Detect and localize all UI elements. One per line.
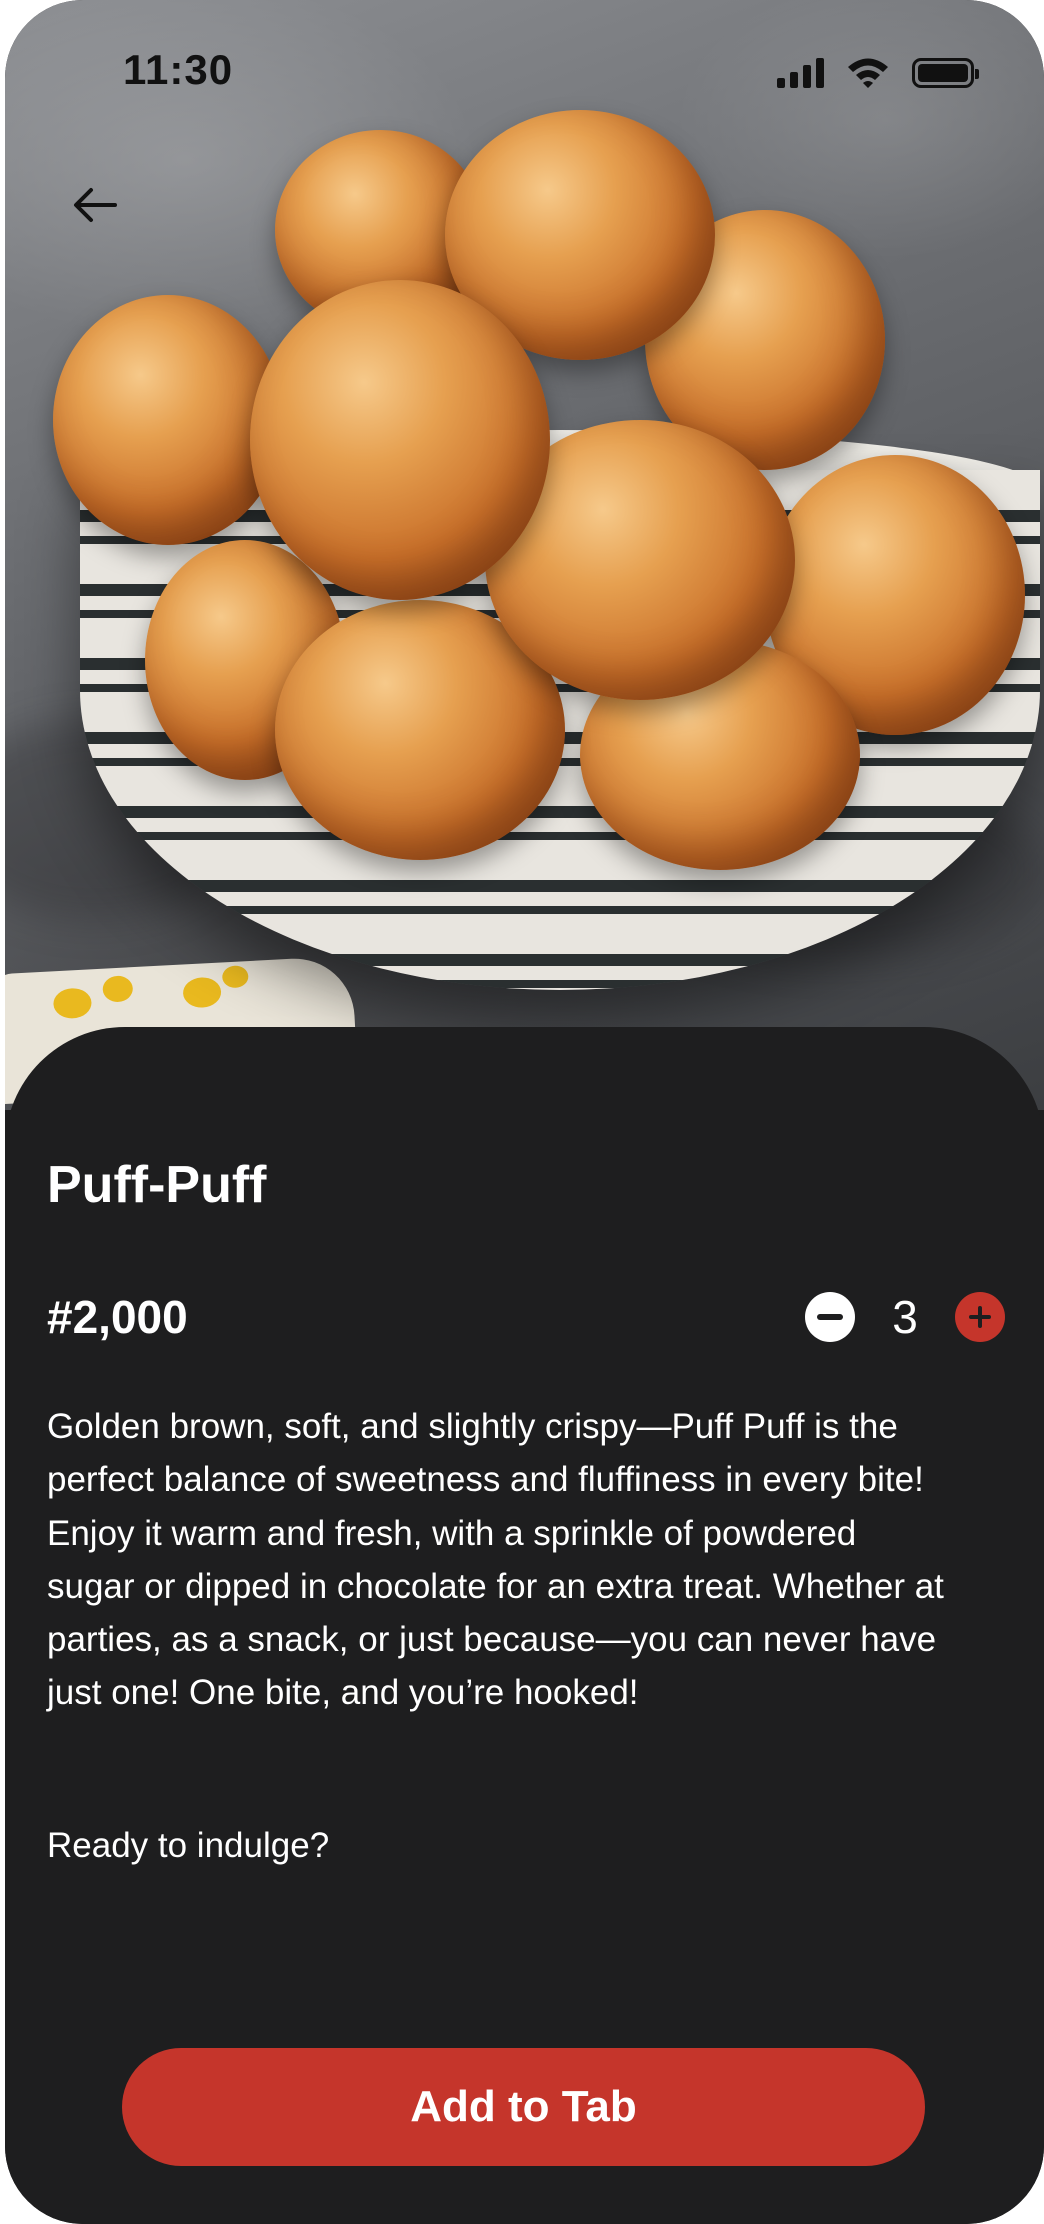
signal-icon — [777, 58, 824, 88]
phone-screen: 11:30 Puff-Puff #2,000 3 Golden brown, s… — [5, 0, 1044, 2224]
product-title: Puff-Puff — [47, 1156, 267, 1214]
plus-icon — [969, 1306, 991, 1328]
product-description: Golden brown, soft, and slightly crispy—… — [47, 1407, 944, 1713]
decrease-quantity-button[interactable] — [805, 1292, 855, 1342]
indulge-prompt: Ready to indulge? — [47, 1826, 330, 1865]
increase-quantity-button[interactable] — [955, 1292, 1005, 1342]
product-image — [5, 0, 1044, 1110]
product-price: #2,000 — [47, 1291, 188, 1343]
status-icons — [777, 56, 979, 88]
arrow-left-icon — [74, 188, 117, 222]
status-time: 11:30 — [123, 46, 234, 93]
battery-icon — [912, 58, 979, 88]
back-button[interactable] — [60, 170, 130, 240]
minus-icon — [817, 1314, 843, 1320]
wifi-icon — [848, 58, 888, 88]
quantity-stepper: 3 — [805, 1290, 1005, 1344]
quantity-value: 3 — [892, 1291, 918, 1343]
add-to-tab-button[interactable]: Add to Tab — [122, 2048, 925, 2166]
